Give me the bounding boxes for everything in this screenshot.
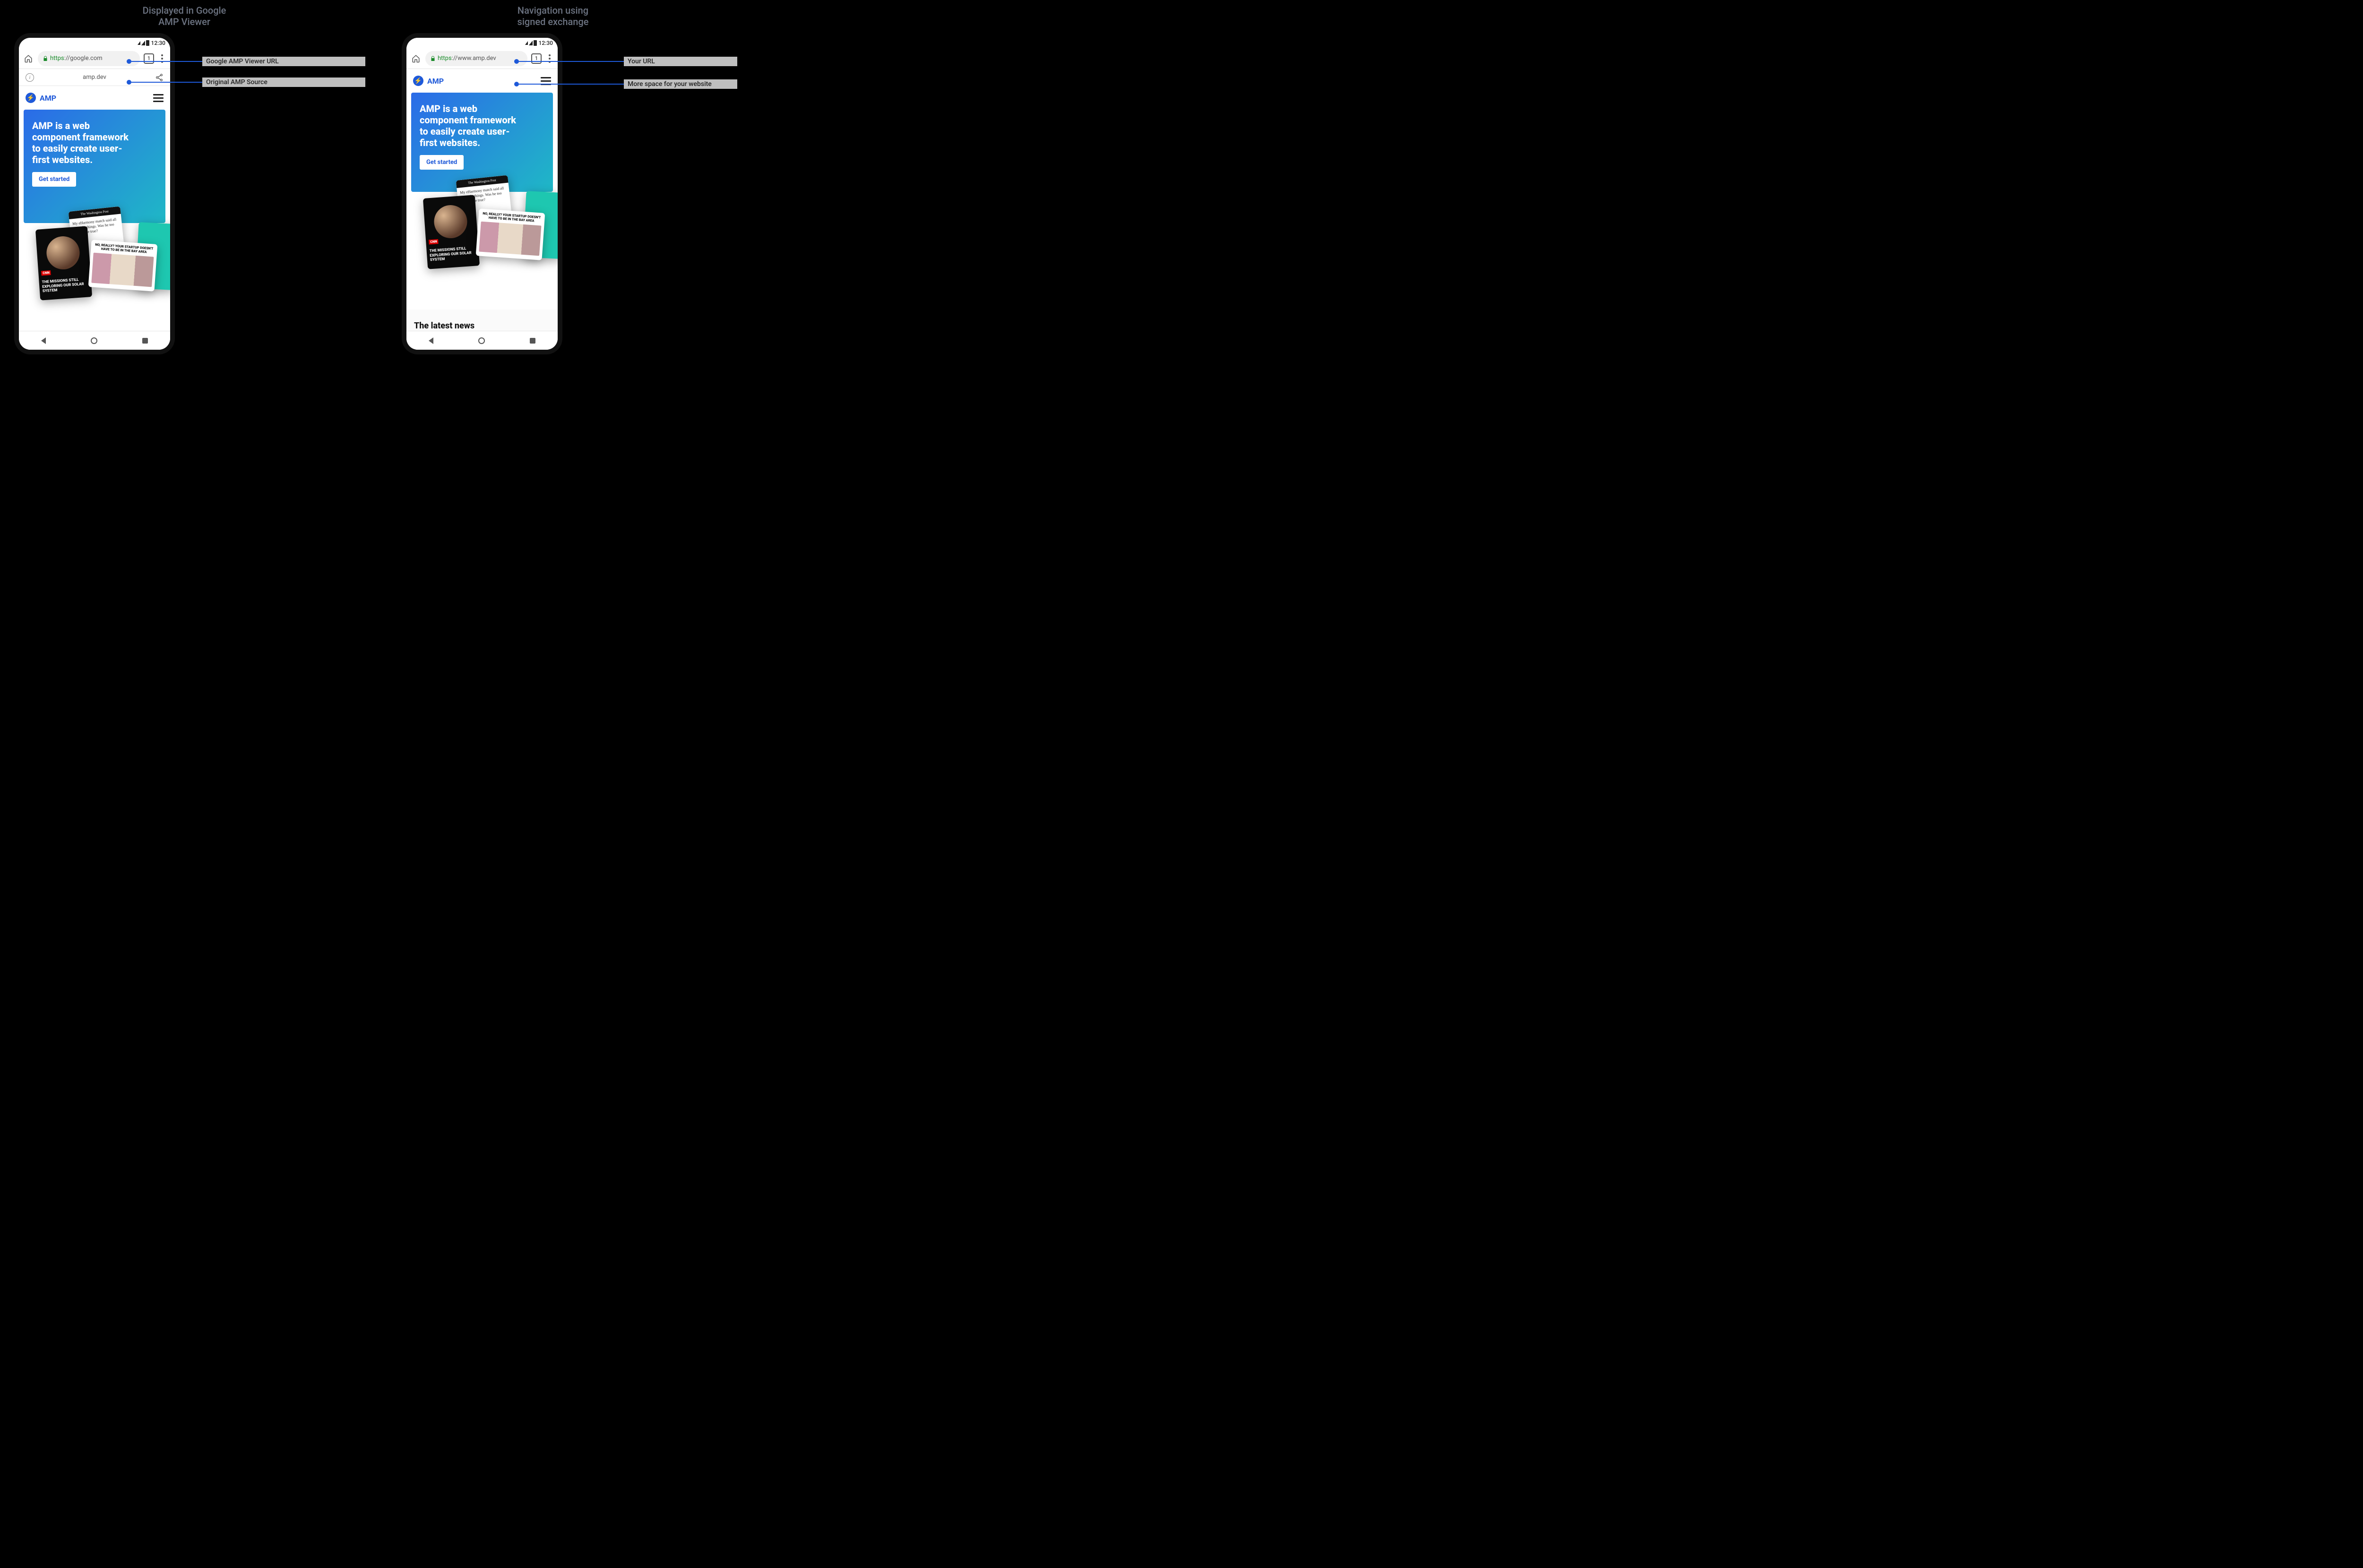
annotation-dot	[514, 82, 519, 86]
wifi-icon	[138, 41, 140, 45]
hamburger-icon[interactable]	[153, 94, 164, 102]
left-title: Displayed in Google AMP Viewer	[0, 5, 369, 27]
back-icon[interactable]	[41, 337, 46, 344]
android-nav-bar	[406, 331, 558, 350]
left-column: Displayed in Google AMP Viewer Google AM…	[0, 0, 369, 369]
amp-bolt-icon: ⚡	[26, 93, 36, 103]
url-text: https://www.amp.dev	[438, 55, 496, 62]
battery-icon	[534, 40, 537, 46]
cnn-tag: CNN	[429, 239, 439, 245]
annotation-label: More space for your website	[624, 79, 737, 89]
amp-logo[interactable]: ⚡ AMP	[26, 93, 56, 103]
amp-bolt-icon: ⚡	[413, 76, 423, 86]
url-bar[interactable]: https://www.amp.dev	[425, 51, 527, 66]
amp-logo[interactable]: ⚡ AMP	[413, 76, 444, 86]
get-started-button[interactable]: Get started	[32, 172, 76, 187]
home-icon[interactable]	[410, 53, 422, 64]
annotation-label: Google AMP Viewer URL	[202, 57, 365, 66]
planet-image	[45, 235, 81, 271]
latest-news-heading: The latest news	[414, 321, 550, 331]
annotation-line	[131, 82, 202, 83]
hero: AMP is a web component framework to easi…	[411, 93, 553, 192]
photo-card-image	[91, 252, 154, 287]
page-content: ⚡ AMP AMP is a web component framework t…	[406, 69, 558, 331]
recents-icon[interactable]	[142, 338, 148, 344]
annotation-dot	[514, 59, 519, 64]
annotation-line	[519, 84, 624, 85]
latest-news-section: The latest news	[406, 310, 558, 331]
status-icons	[138, 40, 149, 46]
amp-brand-text: AMP	[40, 94, 56, 103]
annotation-line	[131, 61, 202, 62]
back-icon[interactable]	[429, 337, 433, 344]
cell-icon	[529, 41, 533, 45]
hero-headline: AMP is a web component framework to easi…	[32, 120, 136, 165]
annotation-label: Original AMP Source	[202, 78, 365, 87]
home-nav-icon[interactable]	[91, 337, 97, 344]
annotation-label: Your URL	[624, 57, 737, 66]
hero-collage: The Washington Post My eHarmony match sa…	[19, 209, 170, 299]
amp-source-label: amp.dev	[83, 74, 106, 81]
planet-image	[433, 204, 468, 240]
home-icon[interactable]	[23, 53, 34, 64]
recents-icon[interactable]	[530, 338, 535, 344]
annotation-dot	[127, 59, 131, 64]
collage-photo-card: NO, REALLY? YOUR STARTUP DOESN'T HAVE TO…	[476, 208, 545, 260]
right-title: Navigation using signed exchange	[369, 5, 737, 27]
hero: AMP is a web component framework to easi…	[24, 110, 165, 223]
url-text: https://google.com	[50, 55, 103, 62]
annotation-your-url: Your URL	[514, 57, 737, 66]
cnn-title: THE MISSIONS STILL EXPLORING OUR SOLAR S…	[42, 277, 89, 294]
battery-icon	[146, 40, 149, 46]
photo-card-image	[479, 221, 541, 256]
collage-photo-card: NO, REALLY? YOUR STARTUP DOESN'T HAVE TO…	[88, 240, 158, 292]
annotation-original-source: Original AMP Source	[127, 78, 365, 87]
hero-collage: The Washington Post My eHarmony match sa…	[406, 178, 558, 267]
status-bar: 12:30	[19, 38, 170, 48]
annotation-more-space: More space for your website	[514, 79, 737, 89]
status-time: 12:30	[539, 40, 553, 46]
cell-icon	[141, 41, 145, 45]
collage-cnn-card: CNN THE MISSIONS STILL EXPLORING OUR SOL…	[423, 195, 480, 269]
lock-icon	[430, 56, 436, 61]
comparison-diagram: Displayed in Google AMP Viewer Google AM…	[0, 0, 737, 369]
status-bar: 12:30	[406, 38, 558, 48]
collage-cnn-card: CNN THE MISSIONS STILL EXPLORING OUR SOL…	[35, 226, 92, 300]
get-started-button[interactable]: Get started	[420, 155, 464, 170]
annotation-line	[519, 61, 624, 62]
status-icons	[525, 40, 537, 46]
status-time: 12:30	[151, 40, 165, 46]
amp-brand-text: AMP	[427, 77, 444, 86]
page-content: ⚡ AMP AMP is a web component framework t…	[19, 86, 170, 331]
url-bar[interactable]: https://google.com	[38, 51, 140, 66]
hero-headline: AMP is a web component framework to easi…	[420, 103, 524, 148]
lock-icon	[43, 56, 48, 61]
info-icon[interactable]: i	[26, 73, 34, 82]
cnn-title: THE MISSIONS STILL EXPLORING OUR SOLAR S…	[429, 246, 476, 263]
android-nav-bar	[19, 331, 170, 350]
annotation-dot	[127, 80, 131, 85]
wifi-icon	[525, 41, 528, 45]
cnn-tag: CNN	[41, 270, 51, 276]
amp-site-header: ⚡ AMP	[19, 86, 170, 110]
home-nav-icon[interactable]	[478, 337, 485, 344]
annotation-amp-viewer-url: Google AMP Viewer URL	[127, 57, 365, 66]
right-column: Navigation using signed exchange Your UR…	[369, 0, 737, 369]
